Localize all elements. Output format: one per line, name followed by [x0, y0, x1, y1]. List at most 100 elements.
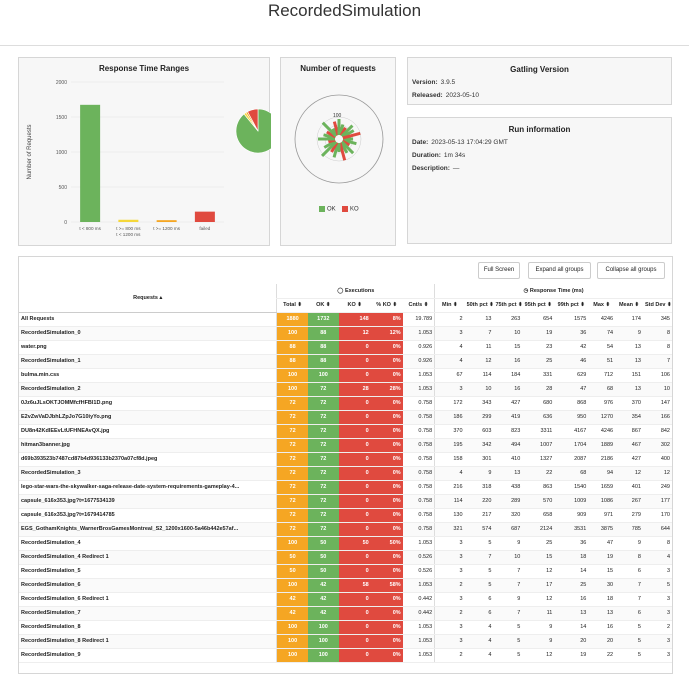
total-count: 50: [276, 550, 308, 565]
request-name[interactable]: water.png: [19, 340, 277, 355]
mean-time: 279: [615, 508, 643, 523]
p99-time: 16: [554, 592, 589, 607]
max-column-header[interactable]: Max ⬍: [588, 298, 616, 313]
p99-column-header[interactable]: 99th pct ⬍: [554, 298, 589, 313]
request-name[interactable]: DU8n42KdlEEvLtUFHNEAvQX.jpg: [19, 424, 277, 439]
request-name[interactable]: 0Jz6uJLsOKTJOMMfcfHFBl1D.png: [19, 396, 277, 411]
request-name[interactable]: capsule_616x353.jpg?t=1677534139: [19, 494, 277, 509]
min-column-header[interactable]: Min ⬍: [434, 298, 465, 313]
date-line: Date: 2023-05-13 17:04:29 GMT: [412, 136, 671, 149]
p95-time: 12: [522, 564, 555, 579]
p95-time: 25: [522, 536, 555, 551]
p99-time: 629: [554, 368, 589, 383]
ko-percent: 0%: [370, 550, 403, 565]
p75-column-header[interactable]: 75th pct ⬍: [493, 298, 523, 313]
p95-time: 2124: [522, 522, 555, 537]
p95-column-header[interactable]: 95th pct ⬍: [522, 298, 555, 313]
page-title: RecordedSimulation: [267, 1, 422, 20]
p50-time: 574: [464, 522, 494, 537]
p99-time: 3531: [554, 522, 589, 537]
requests-column-header[interactable]: Requests ▴: [19, 284, 277, 313]
table-row: RecordedSimulation_4 Redirect 1 50 50 0 0% 0.…: [19, 550, 672, 565]
ko-count: 0: [338, 340, 371, 355]
request-name[interactable]: EGS_GothamKnights_WarnerBrosGamesMontrea…: [19, 522, 277, 537]
request-name[interactable]: bulma.min.css: [19, 368, 277, 383]
std-dev-time: 249: [642, 480, 672, 495]
y-axis-label: Number of Requests: [27, 124, 33, 179]
std-dev-time: 177: [642, 494, 672, 509]
mean-time: 267: [615, 494, 643, 509]
ko-pct-column-header[interactable]: % KO ⬍: [370, 298, 403, 313]
ko-count: 0: [338, 452, 371, 467]
cnt-column-header[interactable]: Cnt/s ⬍: [402, 298, 435, 313]
request-name[interactable]: RecordedSimulation_6 Redirect 1: [19, 592, 277, 607]
request-name[interactable]: hitman3banner.jpg: [19, 438, 277, 453]
mean-time: 354: [615, 410, 643, 425]
total-count: 100: [276, 620, 308, 635]
ko-column-header[interactable]: KO ⬍: [338, 298, 371, 313]
mean-time: 5: [615, 634, 643, 649]
p95-time: 22: [522, 466, 555, 481]
full-screen-button[interactable]: Full Screen: [478, 262, 520, 279]
std-dev-time: 3: [642, 592, 672, 607]
p75-time: 289: [493, 494, 523, 509]
p95-time: 863: [522, 480, 555, 495]
p75-time: 494: [493, 438, 523, 453]
request-name[interactable]: RecordedSimulation_9: [19, 648, 277, 663]
ko-count: 0: [338, 354, 371, 369]
table-row: hitman3banner.jpg 72 72 0 0% 0.758 195 342 494 10…: [19, 438, 672, 453]
table-row: capsule_616x353.jpg?t=1679414785 72 72 0 0% 0…: [19, 508, 672, 523]
mean-column-header[interactable]: Mean ⬍: [615, 298, 643, 313]
mean-time: 151: [615, 368, 643, 383]
request-name[interactable]: RecordedSimulation_8: [19, 620, 277, 635]
p50-column-header[interactable]: 50th pct ⬍: [464, 298, 494, 313]
max-time: 19: [588, 550, 616, 565]
ko-percent: 0%: [370, 592, 403, 607]
request-name[interactable]: All Requests: [19, 312, 277, 327]
total-column-header[interactable]: Total ⬍: [276, 298, 308, 313]
ko-count: 0: [338, 620, 371, 635]
ok-count: 72: [307, 452, 339, 467]
min-time: 2: [434, 312, 465, 327]
ko-count: 28: [338, 382, 371, 397]
collapse-all-groups-button[interactable]: Collapse all groups: [597, 262, 665, 279]
request-name[interactable]: RecordedSimulation_8 Redirect 1: [19, 634, 277, 649]
ko-count: 0: [338, 606, 371, 621]
p95-time: 1007: [522, 438, 555, 453]
max-time: 94: [588, 466, 616, 481]
ko-count: 58: [338, 578, 371, 593]
std-dev-time: 147: [642, 396, 672, 411]
request-name[interactable]: RecordedSimulation_7: [19, 606, 277, 621]
p95-time: 12: [522, 592, 555, 607]
table-row: bulma.min.css 100 100 0 0% 1.053 67 114 184 331 62…: [19, 368, 672, 383]
min-time: 67: [434, 368, 465, 383]
request-name[interactable]: RecordedSimulation_3: [19, 466, 277, 481]
ok-count: 72: [307, 396, 339, 411]
p95-time: 9: [522, 634, 555, 649]
std-column-header[interactable]: Std Dev ⬍: [642, 298, 672, 313]
request-name[interactable]: RecordedSimulation_5: [19, 564, 277, 579]
p95-time: 25: [522, 354, 555, 369]
request-name[interactable]: RecordedSimulation_6: [19, 578, 277, 593]
p95-time: 9: [522, 620, 555, 635]
request-name[interactable]: RecordedSimulation_4: [19, 536, 277, 551]
request-name[interactable]: RecordedSimulation_2: [19, 382, 277, 397]
count-per-second: 1.053: [402, 368, 435, 383]
ko-percent: 0%: [370, 508, 403, 523]
max-time: 20: [588, 634, 616, 649]
request-name[interactable]: E2vZwVaDJbhLZpJo7G10iyYo.png: [19, 410, 277, 425]
request-name[interactable]: RecordedSimulation_1: [19, 354, 277, 369]
expand-all-groups-button[interactable]: Expand all groups: [528, 262, 591, 279]
min-time: 321: [434, 522, 465, 537]
table-row: lego-star-wars-the-skywalker-saga-releas…: [19, 480, 672, 495]
request-name[interactable]: lego-star-wars-the-skywalker-saga-releas…: [19, 480, 277, 495]
request-name[interactable]: RecordedSimulation_4 Redirect 1: [19, 550, 277, 565]
max-time: 30: [588, 578, 616, 593]
request-name[interactable]: d69b393523b7487cd87b4d936133b2370a07cf8d…: [19, 452, 277, 467]
description-label: Description:: [412, 165, 450, 172]
request-name[interactable]: RecordedSimulation_0: [19, 326, 277, 341]
p50-time: 342: [464, 438, 494, 453]
ok-column-header[interactable]: OK ⬍: [307, 298, 339, 313]
request-name[interactable]: capsule_616x353.jpg?t=1679414785: [19, 508, 277, 523]
legend-ko-swatch: [342, 206, 349, 212]
